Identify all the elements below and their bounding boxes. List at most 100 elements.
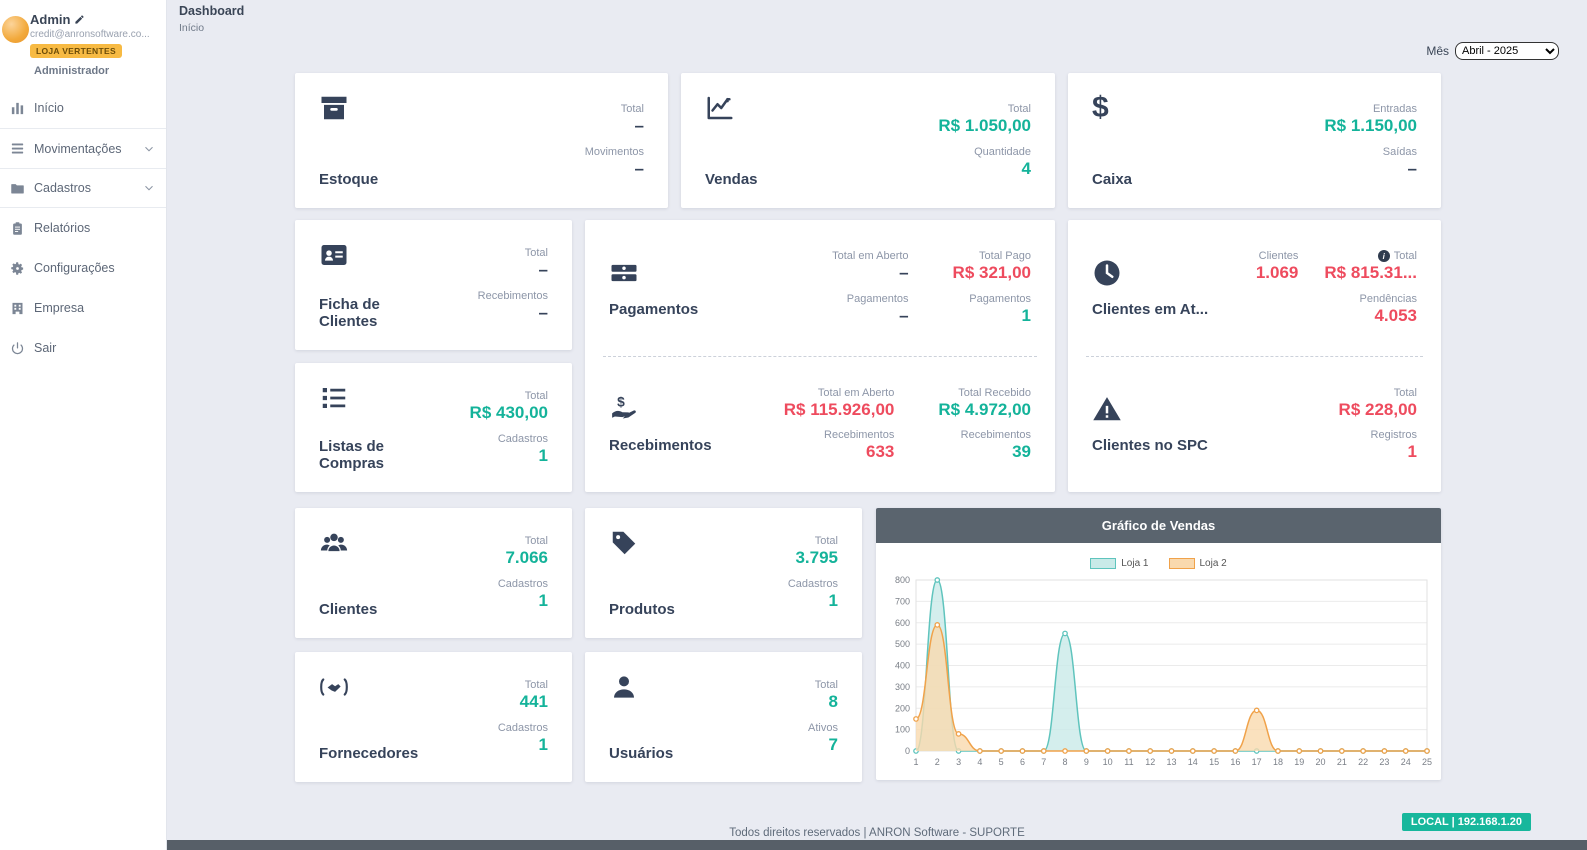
sidebar-item-label: Relatórios	[34, 221, 90, 235]
svg-text:22: 22	[1358, 757, 1368, 767]
month-select[interactable]: Abril - 2025	[1455, 42, 1559, 60]
building-icon	[10, 301, 25, 316]
user-email: credit@anronsoftware.co...	[30, 29, 156, 40]
user-role: Administrador	[34, 65, 158, 77]
power-icon	[10, 341, 25, 356]
stat: Pagamentos 1	[969, 293, 1031, 326]
id-card-icon	[319, 240, 349, 270]
svg-text:400: 400	[895, 661, 910, 671]
svg-text:800: 800	[895, 575, 910, 585]
sidebar-item-movimentacoes[interactable]: Movimentações	[0, 128, 166, 168]
sidebar-item-configuracoes[interactable]: Configurações	[0, 248, 166, 288]
svg-text:1: 1	[913, 757, 918, 767]
card-fornecedores: Fornecedores Total 441 Cadastros 1	[295, 652, 572, 782]
tag-icon	[609, 528, 639, 558]
footer-text: Todos direitos reservados | ANRON Softwa…	[167, 827, 1587, 839]
stat: Movimentos –	[585, 146, 644, 179]
svg-text:600: 600	[895, 618, 910, 628]
sidebar-item-label: Movimentações	[34, 142, 122, 156]
card-title: Ficha de Clientes	[319, 296, 441, 331]
card-clientes: Clientes Total 7.066 Cadastros 1	[295, 508, 572, 638]
bottom-bar	[167, 840, 1587, 850]
users-group-icon	[319, 528, 349, 558]
svg-text:9: 9	[1084, 757, 1089, 767]
stat: Total –	[621, 103, 644, 136]
svg-text:10: 10	[1103, 757, 1113, 767]
stat: Cadastros 1	[498, 722, 548, 755]
stat: Total –	[525, 247, 548, 280]
stat: Total 441	[520, 679, 548, 712]
sidebar-item-cadastros[interactable]: Cadastros	[0, 168, 166, 208]
money-bills-icon	[609, 258, 639, 288]
sidebar-item-inicio[interactable]: Início	[0, 88, 166, 128]
svg-text:8: 8	[1063, 757, 1068, 767]
svg-text:18: 18	[1273, 757, 1283, 767]
chart-legend: Loja 1 Loja 2	[876, 555, 1441, 571]
card-title: Clientes no SPC	[1092, 437, 1208, 454]
sidebar-item-sair[interactable]: Sair	[0, 328, 166, 368]
svg-text:7: 7	[1041, 757, 1046, 767]
user-panel: Admin credit@anronsoftware.co... LOJA VE…	[0, 0, 166, 88]
main-content: Dashboard Início Mês Abril - 2025 Estoqu…	[167, 0, 1587, 850]
svg-text:20: 20	[1316, 757, 1326, 767]
stat: Total R$ 430,00	[470, 390, 548, 423]
recebimentos-section: $ Recebimentos Total em Aberto R$ 115.92…	[585, 357, 1055, 493]
chart-body: Loja 1 Loja 2 01002003004005006007008001…	[876, 543, 1441, 780]
svg-text:4: 4	[977, 757, 982, 767]
svg-text:23: 23	[1379, 757, 1389, 767]
breadcrumb[interactable]: Início	[179, 22, 244, 34]
stat: Cadastros 1	[498, 578, 548, 611]
card-usuarios: Usuários Total 8 Ativos 7	[585, 652, 862, 782]
svg-text:5: 5	[999, 757, 1004, 767]
svg-text:15: 15	[1209, 757, 1219, 767]
card-title: Vendas	[705, 171, 758, 188]
stat: Quantidade 4	[974, 146, 1031, 179]
user-icon	[609, 672, 639, 702]
card-title: Usuários	[609, 745, 673, 762]
sidebar-item-label: Início	[34, 101, 64, 115]
chevron-down-icon	[142, 142, 156, 156]
stat: Pagamentos –	[847, 293, 909, 326]
svg-text:19: 19	[1294, 757, 1304, 767]
chart-line-icon	[705, 93, 735, 123]
sidebar-item-label: Cadastros	[34, 181, 91, 195]
edit-pencil-icon[interactable]	[74, 14, 85, 25]
local-ip-badge: LOCAL | 192.168.1.20	[1402, 813, 1531, 831]
stat: Recebimentos 633	[824, 429, 894, 462]
columns-icon	[10, 101, 25, 116]
store-badge: LOJA VERTENTES	[30, 44, 122, 58]
svg-text:200: 200	[895, 703, 910, 713]
card-title: Caixa	[1092, 171, 1132, 188]
clock-icon	[1092, 258, 1122, 288]
month-filter: Mês Abril - 2025	[1426, 42, 1559, 60]
list-lines-icon	[10, 141, 25, 156]
stat: Pendências 4.053	[1360, 293, 1418, 326]
card-title: Estoque	[319, 171, 378, 188]
card-title: Clientes	[319, 601, 377, 618]
clientes-spc-section: Clientes no SPC Total R$ 228,00 Registro…	[1068, 357, 1441, 493]
pagamentos-section: Pagamentos Total em Aberto – Pagamentos …	[585, 220, 1055, 356]
sidebar-item-relatorios[interactable]: Relatórios	[0, 208, 166, 248]
svg-text:3: 3	[956, 757, 961, 767]
info-icon[interactable]: i	[1378, 250, 1390, 262]
stat: Cadastros 1	[788, 578, 838, 611]
svg-text:24: 24	[1401, 757, 1411, 767]
folder-icon	[10, 181, 25, 196]
card-produtos: Produtos Total 3.795 Cadastros 1	[585, 508, 862, 638]
sidebar-item-label: Configurações	[34, 261, 115, 275]
chevron-down-icon	[142, 181, 156, 195]
legend-item[interactable]: Loja 2	[1169, 558, 1227, 569]
sales-chart-panel: Gráfico de Vendas Loja 1 Loja 2 01002003…	[876, 508, 1441, 780]
sidebar-item-label: Sair	[34, 341, 56, 355]
stat: Total Recebido R$ 4.972,00	[938, 387, 1031, 420]
svg-text:300: 300	[895, 682, 910, 692]
legend-swatch-loja2	[1169, 558, 1195, 569]
user-name: Admin	[30, 12, 70, 27]
stat: Total 7.066	[505, 535, 548, 568]
sidebar-item-empresa[interactable]: Empresa	[0, 288, 166, 328]
svg-text:21: 21	[1337, 757, 1347, 767]
stat: Total em Aberto –	[832, 250, 908, 283]
card-title: Listas de Compras	[319, 438, 441, 473]
gear-icon	[10, 261, 25, 276]
legend-item[interactable]: Loja 1	[1090, 558, 1148, 569]
